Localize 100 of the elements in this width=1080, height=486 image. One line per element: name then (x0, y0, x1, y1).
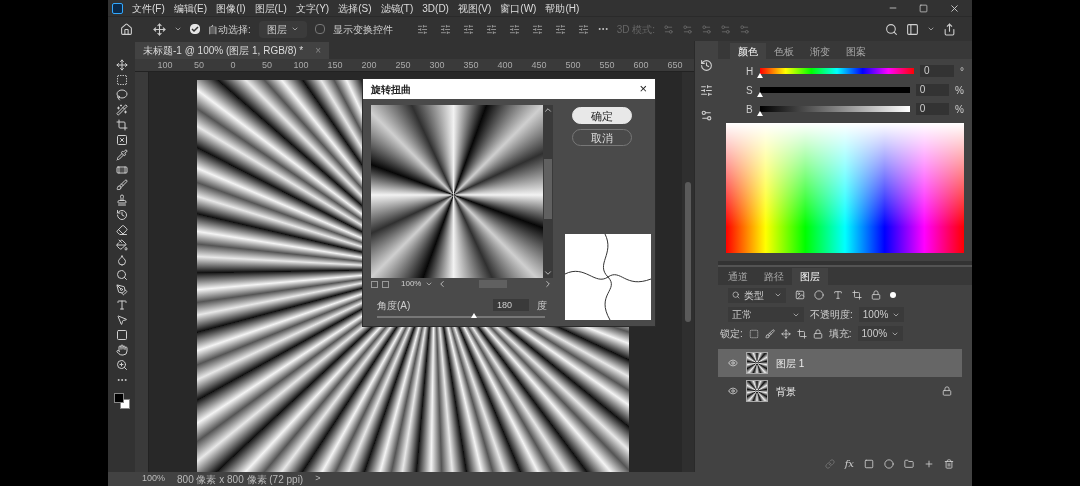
history-panel-icon[interactable] (700, 59, 713, 72)
status-arrow[interactable]: > (315, 472, 321, 486)
pixel-filter-icon[interactable] (795, 290, 805, 300)
scroll-up-icon[interactable] (543, 105, 553, 115)
group-icon[interactable] (904, 459, 914, 469)
panel-tab[interactable]: 渐变 (802, 43, 838, 59)
menu-item[interactable]: 3D(D) (422, 0, 449, 16)
scroll-right-icon[interactable] (543, 279, 553, 289)
rectangle-tool-icon[interactable] (115, 329, 128, 341)
auto-select-checkbox[interactable] (190, 24, 200, 34)
opacity-field[interactable]: 100% (858, 307, 905, 322)
shape-filter-icon[interactable] (852, 290, 862, 300)
zoom-out-button[interactable] (371, 280, 378, 288)
channel-value-field[interactable]: 0 (920, 65, 954, 77)
wand-tool-icon[interactable] (115, 104, 128, 116)
brush-tool-icon[interactable] (115, 179, 128, 191)
panel-tab[interactable]: 路径 (756, 268, 792, 285)
close-icon[interactable] (949, 2, 960, 14)
menu-item[interactable]: 窗口(W) (500, 0, 537, 16)
zoom-tool-icon[interactable] (115, 359, 128, 371)
layer-row[interactable]: 图层 1 (718, 349, 962, 377)
frame-tool-icon[interactable] (115, 134, 128, 146)
align-icon[interactable] (416, 23, 428, 35)
lasso-tool-icon[interactable] (115, 89, 128, 101)
align-icon[interactable] (577, 23, 589, 35)
stamp-tool-icon[interactable] (115, 194, 128, 206)
document-tab[interactable]: 未标题-1 @ 100% (图层 1, RGB/8) * × (135, 42, 330, 59)
type-filter-icon[interactable] (833, 290, 843, 300)
transform-controls-checkbox[interactable] (314, 24, 325, 34)
menu-item[interactable]: 滤镜(T) (380, 0, 414, 16)
zoom-caret-icon[interactable] (425, 280, 434, 288)
layer-row[interactable]: 背景 (718, 377, 962, 405)
smart-filter-icon[interactable] (871, 290, 881, 300)
crop-tool-icon[interactable] (115, 119, 128, 131)
search-icon[interactable] (885, 22, 898, 36)
share-icon[interactable] (943, 22, 956, 36)
panel-tab[interactable]: 图层 (792, 268, 828, 285)
zoom-in-button[interactable] (382, 280, 389, 288)
bucket-tool-icon[interactable] (115, 239, 128, 251)
preview-scroll-thumb[interactable] (544, 159, 552, 219)
move-tool-icon[interactable] (115, 59, 128, 71)
pointer-tool-icon[interactable] (115, 314, 128, 326)
menu-item[interactable]: 图像(I) (216, 0, 246, 16)
align-icon[interactable] (485, 23, 497, 35)
menu-item[interactable]: 选择(S) (338, 0, 372, 16)
move-tool-icon[interactable] (153, 22, 166, 36)
adjustment-filter-icon[interactable] (814, 290, 824, 300)
lock-position-icon[interactable] (780, 328, 791, 339)
hand-tool-icon[interactable] (115, 344, 128, 356)
menu-item[interactable]: 文件(F) (132, 0, 165, 16)
channel-value-field[interactable]: 0 (915, 84, 950, 96)
lock-paint-icon[interactable] (764, 328, 775, 339)
marquee-tool-icon[interactable] (115, 74, 128, 86)
eraser-tool-icon[interactable] (115, 224, 128, 236)
panel-tab[interactable]: 通道 (720, 268, 756, 285)
lock-artboard-icon[interactable] (796, 328, 807, 339)
channel-value-field[interactable]: 0 (915, 103, 950, 115)
lock-pixels-icon[interactable] (748, 328, 759, 339)
pen-tool-icon[interactable] (115, 284, 128, 296)
bandage-tool-icon[interactable] (115, 164, 128, 176)
history-brush-icon[interactable] (115, 209, 128, 221)
panel-tab[interactable]: 颜色 (730, 43, 766, 59)
menu-item[interactable]: 文字(Y) (295, 0, 330, 16)
delete-icon[interactable] (944, 459, 954, 469)
scroll-down-icon[interactable] (543, 268, 553, 278)
filter-toggle-icon[interactable] (890, 292, 896, 298)
dialog-button[interactable]: 确定 (572, 107, 632, 124)
menu-item[interactable]: 编辑(E) (173, 0, 208, 16)
adjustment-layer-icon[interactable] (884, 459, 894, 469)
home-icon[interactable] (120, 22, 133, 36)
scrollbar-thumb[interactable] (685, 182, 691, 322)
dialog-close-button[interactable]: × (639, 79, 647, 99)
panel-tab[interactable]: 色板 (766, 43, 802, 59)
align-icon[interactable] (462, 23, 474, 35)
mask-icon[interactable] (864, 459, 874, 469)
adjust-panel-icon[interactable] (700, 109, 713, 122)
panel-tab[interactable]: 图案 (838, 43, 874, 59)
properties-panel-icon[interactable] (700, 84, 713, 97)
droplet-tool-icon[interactable] (115, 254, 128, 266)
menu-item[interactable]: 帮助(H) (545, 0, 580, 16)
visibility-eye-icon[interactable] (728, 358, 738, 368)
fill-field[interactable]: 100% (857, 326, 904, 341)
color-swatches[interactable] (113, 393, 130, 409)
workspace-icon[interactable] (906, 22, 919, 36)
align-icon[interactable] (531, 23, 543, 35)
target-dropdown[interactable]: 图层 (258, 20, 307, 38)
fx-icon[interactable]: fx (844, 459, 854, 469)
align-icon[interactable] (508, 23, 520, 35)
blend-mode-dropdown[interactable]: 正常 (728, 307, 804, 322)
align-icon[interactable] (439, 23, 451, 35)
menu-item[interactable]: 图层(L) (254, 0, 287, 16)
align-icon[interactable] (554, 23, 566, 35)
eyedropper-tool-icon[interactable] (115, 149, 128, 161)
maximize-icon[interactable] (919, 3, 928, 13)
new-layer-icon[interactable] (924, 459, 934, 469)
color-spectrum-field[interactable] (726, 123, 964, 253)
visibility-eye-icon[interactable] (728, 386, 738, 396)
type-tool-icon[interactable] (115, 299, 128, 311)
filter-dropdown[interactable]: 类型 (728, 287, 786, 303)
menu-item[interactable]: 视图(V) (457, 0, 492, 16)
